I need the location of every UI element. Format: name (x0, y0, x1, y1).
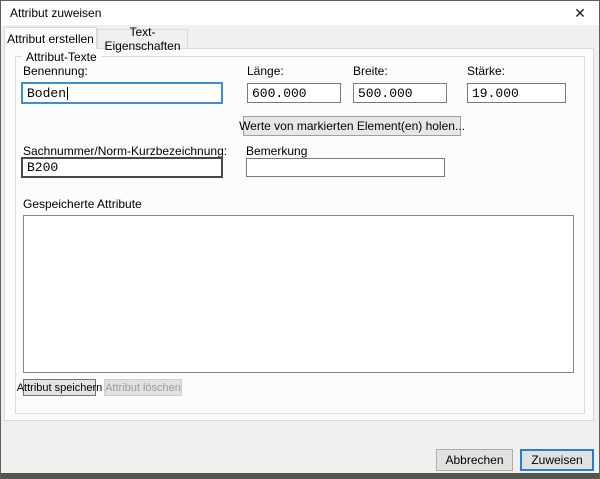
benennung-label: Benennung: (23, 64, 88, 78)
werte-holen-button[interactable]: Werte von markierten Element(en) holen..… (243, 116, 461, 136)
staerke-label: Stärke: (467, 64, 505, 78)
laenge-input[interactable]: 600.000 (247, 83, 341, 103)
close-glyph: ✕ (574, 5, 586, 22)
titlebar: Attribut zuweisen (1, 1, 599, 25)
sachnummer-label: Sachnummer/Norm-Kurzbezeichnung: (23, 144, 227, 158)
gespeicherte-attribute-listbox[interactable] (23, 215, 574, 373)
tab-text-eigenschaften[interactable]: Text-Eigenschaften (97, 29, 188, 49)
attribut-speichern-button[interactable]: Attribut speichern (23, 379, 96, 396)
breite-value: 500.000 (358, 86, 413, 101)
attribut-zuweisen-dialog: Attribut zuweisen ✕ Attribut erstellen T… (0, 0, 600, 479)
tab-attribut-erstellen[interactable]: Attribut erstellen (4, 27, 97, 49)
close-icon[interactable]: ✕ (561, 1, 599, 25)
staerke-input[interactable]: 19.000 (467, 83, 566, 103)
attribut-speichern-label: Attribut speichern (17, 382, 103, 394)
abbrechen-button[interactable]: Abbrechen (436, 449, 513, 471)
abbrechen-label: Abbrechen (445, 453, 503, 467)
sachnummer-input[interactable]: B200 (21, 157, 223, 178)
window-bottom-shadow (1, 473, 599, 478)
breite-label: Breite: (353, 64, 388, 78)
attribut-loeschen-button: Attribut löschen (104, 379, 182, 396)
laenge-value: 600.000 (252, 86, 307, 101)
staerke-value: 19.000 (472, 86, 519, 101)
tab-label: Text-Eigenschaften (98, 25, 187, 53)
benennung-value: Boden (27, 86, 66, 101)
werte-holen-label: Werte von markierten Element(en) holen..… (239, 119, 465, 133)
text-caret (67, 87, 68, 100)
bemerkung-input[interactable] (246, 158, 445, 177)
breite-input[interactable]: 500.000 (353, 83, 447, 103)
gespeicherte-attribute-label: Gespeicherte Attribute (23, 197, 142, 211)
groupbox-title: Attribut-Texte (22, 50, 101, 64)
sachnummer-value: B200 (27, 160, 58, 175)
tab-label: Attribut erstellen (7, 32, 94, 46)
window-title: Attribut zuweisen (1, 6, 101, 20)
bemerkung-label: Bemerkung (246, 144, 307, 158)
laenge-label: Länge: (247, 64, 284, 78)
zuweisen-label: Zuweisen (531, 453, 582, 467)
benennung-input[interactable]: Boden (21, 82, 223, 104)
attribut-loeschen-label: Attribut löschen (105, 382, 181, 394)
zuweisen-button[interactable]: Zuweisen (520, 449, 594, 471)
